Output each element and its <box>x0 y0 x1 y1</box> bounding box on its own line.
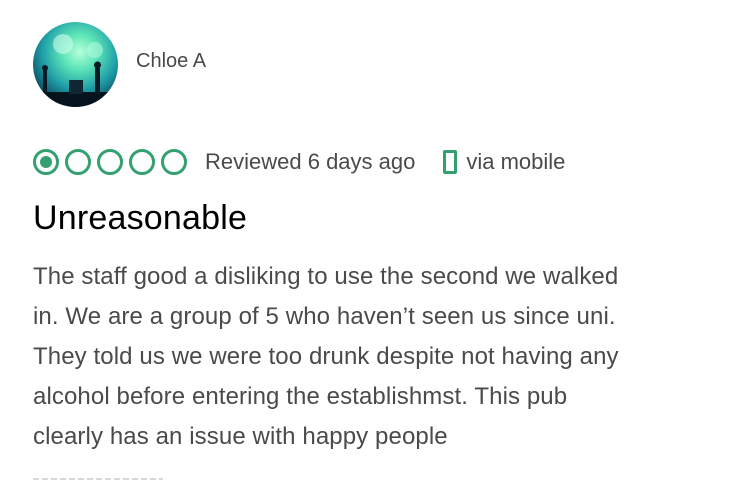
device-label: via mobile <box>466 149 566 174</box>
review-card: Chloe A Reviewed 6 days ago via mobile U… <box>0 0 750 489</box>
review-meta: Reviewed 6 days ago via mobile <box>33 145 565 179</box>
review-body-line: clearly has an issue with happy people <box>33 423 448 450</box>
rating-bubble-empty-icon <box>65 149 91 175</box>
review-body-line: in. We are a group of 5 who haven’t seen… <box>33 303 616 330</box>
rating-bubble-empty-icon <box>161 149 187 175</box>
review-body-line: alcohol before entering the establishmst… <box>33 383 568 410</box>
review-title[interactable]: Unreasonable <box>33 199 247 238</box>
review-body-line: They told us we were too drunk despite n… <box>33 343 619 370</box>
review-date: Reviewed 6 days ago <box>205 149 416 174</box>
avatar[interactable] <box>33 22 118 107</box>
divider <box>33 478 163 480</box>
rating-bubble-filled-icon <box>33 149 59 175</box>
bubble-rating <box>33 149 193 175</box>
rating-bubble-empty-icon <box>97 149 123 175</box>
review-body-line: The staff good a disliking to use the se… <box>33 263 619 290</box>
mobile-phone-icon <box>443 150 458 174</box>
reviewer-info: Chloe A <box>33 22 206 107</box>
rating-bubble-empty-icon <box>129 149 155 175</box>
reviewer-name[interactable]: Chloe A <box>136 50 206 73</box>
review-body: The staff good a disliking to use the se… <box>33 257 733 457</box>
